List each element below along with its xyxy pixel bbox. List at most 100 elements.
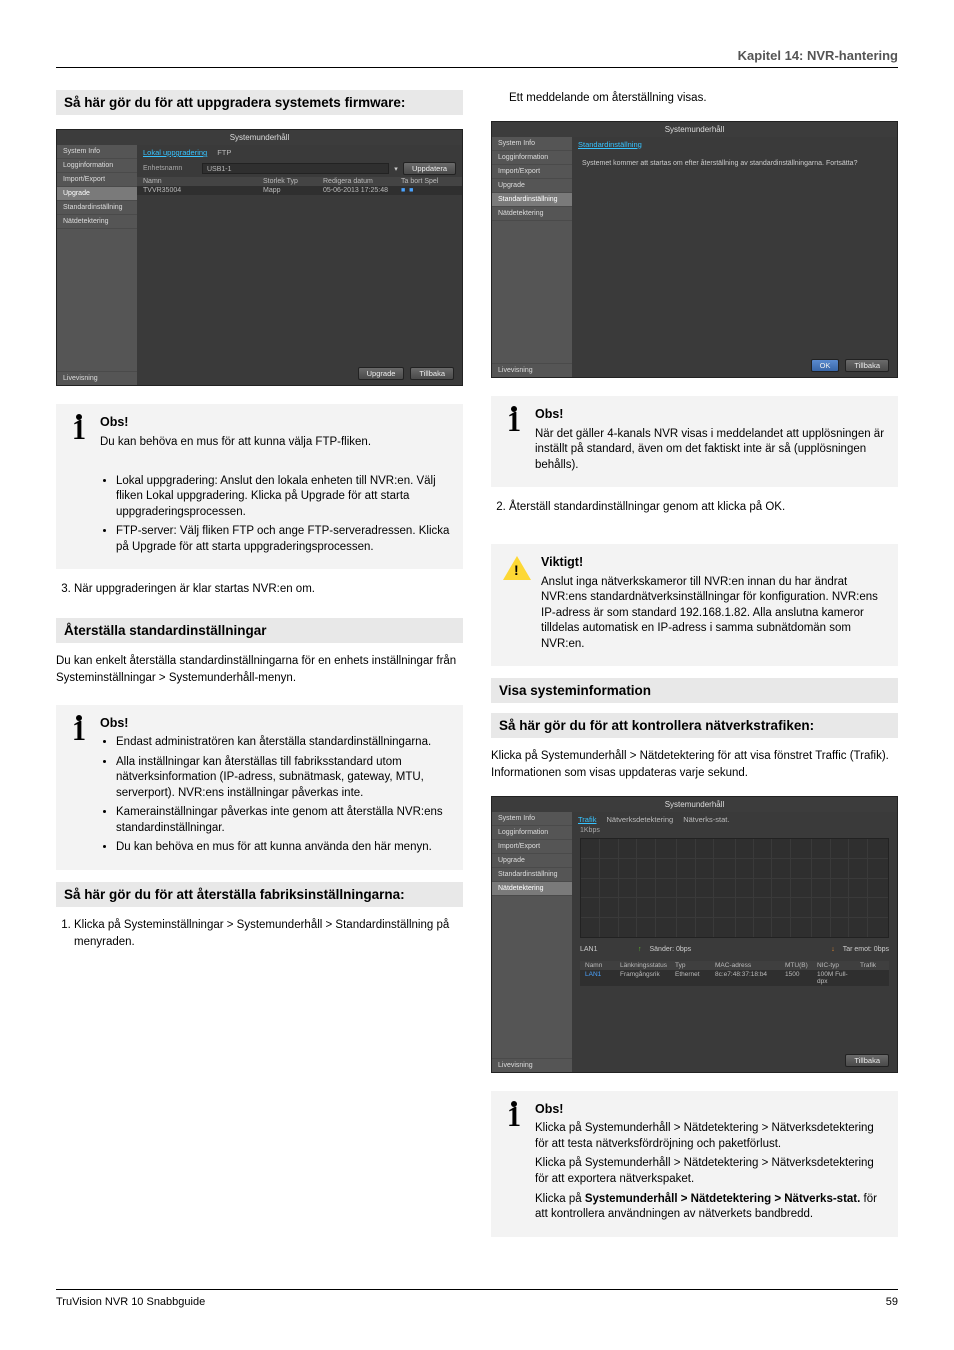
note-li-camera: Kamerainställningar påverkas inte genom …: [116, 805, 453, 836]
ss-side-item[interactable]: Logginformation: [57, 159, 137, 173]
warn-title: Viktigt!: [541, 554, 888, 571]
tab-traffic[interactable]: Trafik: [578, 815, 596, 824]
page-header: Kapitel 14: NVR-hantering: [56, 48, 898, 68]
info-icon: 1: [66, 414, 92, 442]
ss-live-view[interactable]: Livevisning: [57, 371, 137, 385]
arrow-up-icon: ↑: [638, 946, 642, 953]
note-li-local: Lokal uppgradering: Anslut den lokala en…: [116, 474, 453, 521]
warn-text: Anslut inga nätverkskameror till NVR:en …: [541, 575, 888, 653]
ss-side-item[interactable]: Import/Export: [492, 840, 572, 854]
footer-page: 59: [886, 1296, 898, 1308]
screenshot-restore: Systemunderhåll System Info Logginformat…: [491, 121, 898, 378]
row-date: 05-06-2013 17:25:48: [323, 187, 401, 194]
note-net-2: Klicka på Systemunderhåll > Nätdetekteri…: [535, 1156, 888, 1187]
device-label: Enhetsnamn: [143, 165, 198, 172]
ss-side-item[interactable]: Standardinställning: [57, 201, 137, 215]
th-link: Länkningsstatus: [617, 962, 672, 969]
restore-description: Du kan enkelt återställa standardinställ…: [56, 653, 463, 686]
th-mac: MAC-adress: [712, 962, 782, 969]
ok-button[interactable]: OK: [811, 359, 840, 372]
left-column: Så här gör du för att uppgradera systeme…: [56, 90, 463, 1249]
note-4ch: 1 Obs! När det gäller 4-kanals NVR visas…: [491, 396, 898, 487]
note-title: Obs!: [535, 406, 888, 423]
ss-side-item[interactable]: System Info: [492, 812, 572, 826]
footer-left: TruVision NVR 10 Snabbguide: [56, 1296, 205, 1308]
section-firmware-upgrade: Så här gör du för att uppgradera systeme…: [56, 90, 463, 115]
row-name[interactable]: TVVR35004: [143, 187, 263, 194]
chart-unit: 1Kbps: [572, 827, 897, 834]
refresh-button[interactable]: Uppdatera: [403, 162, 456, 175]
row-type: Mapp: [263, 187, 323, 194]
ss-side-item[interactable]: Import/Export: [492, 165, 572, 179]
lan-label: LAN1: [580, 946, 630, 953]
note-title: Obs!: [100, 715, 453, 732]
note-li-mouse: Du kan behöva en mus för att kunna använ…: [116, 840, 453, 856]
tab-local-upgrade[interactable]: Lokal uppgradering: [143, 148, 207, 157]
ss-side-item[interactable]: System Info: [492, 137, 572, 151]
tab-netstat[interactable]: Nätverks-stat.: [683, 815, 729, 824]
restore-confirm-msg: Systemet kommer att startas om efter åte…: [572, 152, 897, 175]
back-button[interactable]: Tillbaka: [845, 359, 889, 372]
ss-side-item[interactable]: Logginformation: [492, 151, 572, 165]
recv-label: Tar emot: 0bps: [843, 946, 889, 953]
info-icon: 1: [66, 715, 92, 743]
right-column: Ett meddelande om återställning visas. S…: [491, 90, 898, 1249]
section-restore-defaults-title: Återställa standardinställningar: [56, 618, 463, 643]
note-network: 1 Obs! Klicka på Systemunderhåll > Nätde…: [491, 1091, 898, 1237]
tab-netdetect[interactable]: Nätverksdetektering: [606, 815, 673, 824]
ss-side-item[interactable]: System Info: [57, 145, 137, 159]
note-upgrade: 1 Obs! Du kan behöva en mus för att kunn…: [56, 404, 463, 569]
note-li-ftp: FTP-server: Välj fliken FTP och ange FTP…: [116, 524, 453, 555]
arrow-down-icon: ↓: [831, 946, 835, 953]
note-net-3: Klicka på Systemunderhåll > Nätdetekteri…: [535, 1192, 888, 1223]
send-label: Sänder: 0bps: [650, 946, 750, 953]
tab-default[interactable]: Standardinställning: [578, 140, 642, 149]
row-link: Framgångsrik: [617, 971, 672, 985]
ss-side-item-netdetect[interactable]: Nätdetektering: [492, 882, 572, 896]
device-select[interactable]: USB1-1: [202, 163, 389, 174]
back-button[interactable]: Tillbaka: [845, 1054, 889, 1067]
row-nic: 100M Full-dpx: [814, 971, 857, 985]
ss-title: Systemunderhåll: [492, 797, 897, 812]
ss-live-view[interactable]: Livevisning: [492, 1058, 572, 1072]
row-mtu: 1500: [782, 971, 814, 985]
ss-live-view[interactable]: Livevisning: [492, 363, 572, 377]
step-3: När uppgraderingen är klar startas NVR:e…: [74, 581, 463, 598]
ss-side-item[interactable]: Standardinställning: [492, 868, 572, 882]
note-restore: 1 Obs! Endast administratören kan återst…: [56, 705, 463, 870]
row-type: Ethernet: [672, 971, 712, 985]
info-icon: 1: [501, 406, 527, 434]
section-check-traffic: Så här gör du för att kontrollera nätver…: [491, 713, 898, 738]
traffic-chart: [580, 838, 889, 938]
warning-icon: !: [503, 556, 531, 580]
screenshot-traffic: Systemunderhåll System Info Logginformat…: [491, 796, 898, 1073]
ss-title: Systemunderhåll: [492, 122, 897, 137]
screenshot-upgrade: Systemunderhåll System Info Logginformat…: [56, 129, 463, 386]
th-nic: NIC-typ: [814, 962, 857, 969]
ss-side-item[interactable]: Upgrade: [492, 854, 572, 868]
ss-side-item[interactable]: Logginformation: [492, 826, 572, 840]
warning-box: ! Viktigt! Anslut inga nätverkskameror t…: [491, 544, 898, 666]
ss-side-item[interactable]: Nätdetektering: [57, 215, 137, 229]
ss-side-item-default[interactable]: Standardinställning: [492, 193, 572, 207]
restore-msg-note: Ett meddelande om återställning visas.: [491, 90, 898, 107]
ss-title: Systemunderhåll: [57, 130, 462, 145]
note-li-network: Alla inställningar kan återställas till …: [116, 755, 453, 802]
upgrade-button[interactable]: Upgrade: [358, 367, 405, 380]
ss-side-item[interactable]: Nätdetektering: [492, 207, 572, 221]
th-name: Namn: [143, 178, 263, 185]
restore-step-2: Återställ standardinställningar genom at…: [509, 499, 898, 516]
back-button[interactable]: Tillbaka: [410, 367, 454, 380]
th-mtu: MTU(B): [782, 962, 814, 969]
section-restore-howto: Så här gör du för att återställa fabriks…: [56, 882, 463, 907]
restore-step-1: Klicka på Systeminställningar > Systemun…: [74, 917, 463, 950]
th-del: Ta bort Spel: [401, 178, 456, 185]
info-icon: 1: [501, 1101, 527, 1129]
ss-side-item-upgrade[interactable]: Upgrade: [57, 187, 137, 201]
tab-ftp[interactable]: FTP: [217, 148, 231, 157]
row-name[interactable]: LAN1: [582, 971, 617, 985]
note-title: Obs!: [535, 1101, 888, 1118]
ss-side-item[interactable]: Import/Export: [57, 173, 137, 187]
ss-side-item[interactable]: Upgrade: [492, 179, 572, 193]
th-type: Typ: [672, 962, 712, 969]
